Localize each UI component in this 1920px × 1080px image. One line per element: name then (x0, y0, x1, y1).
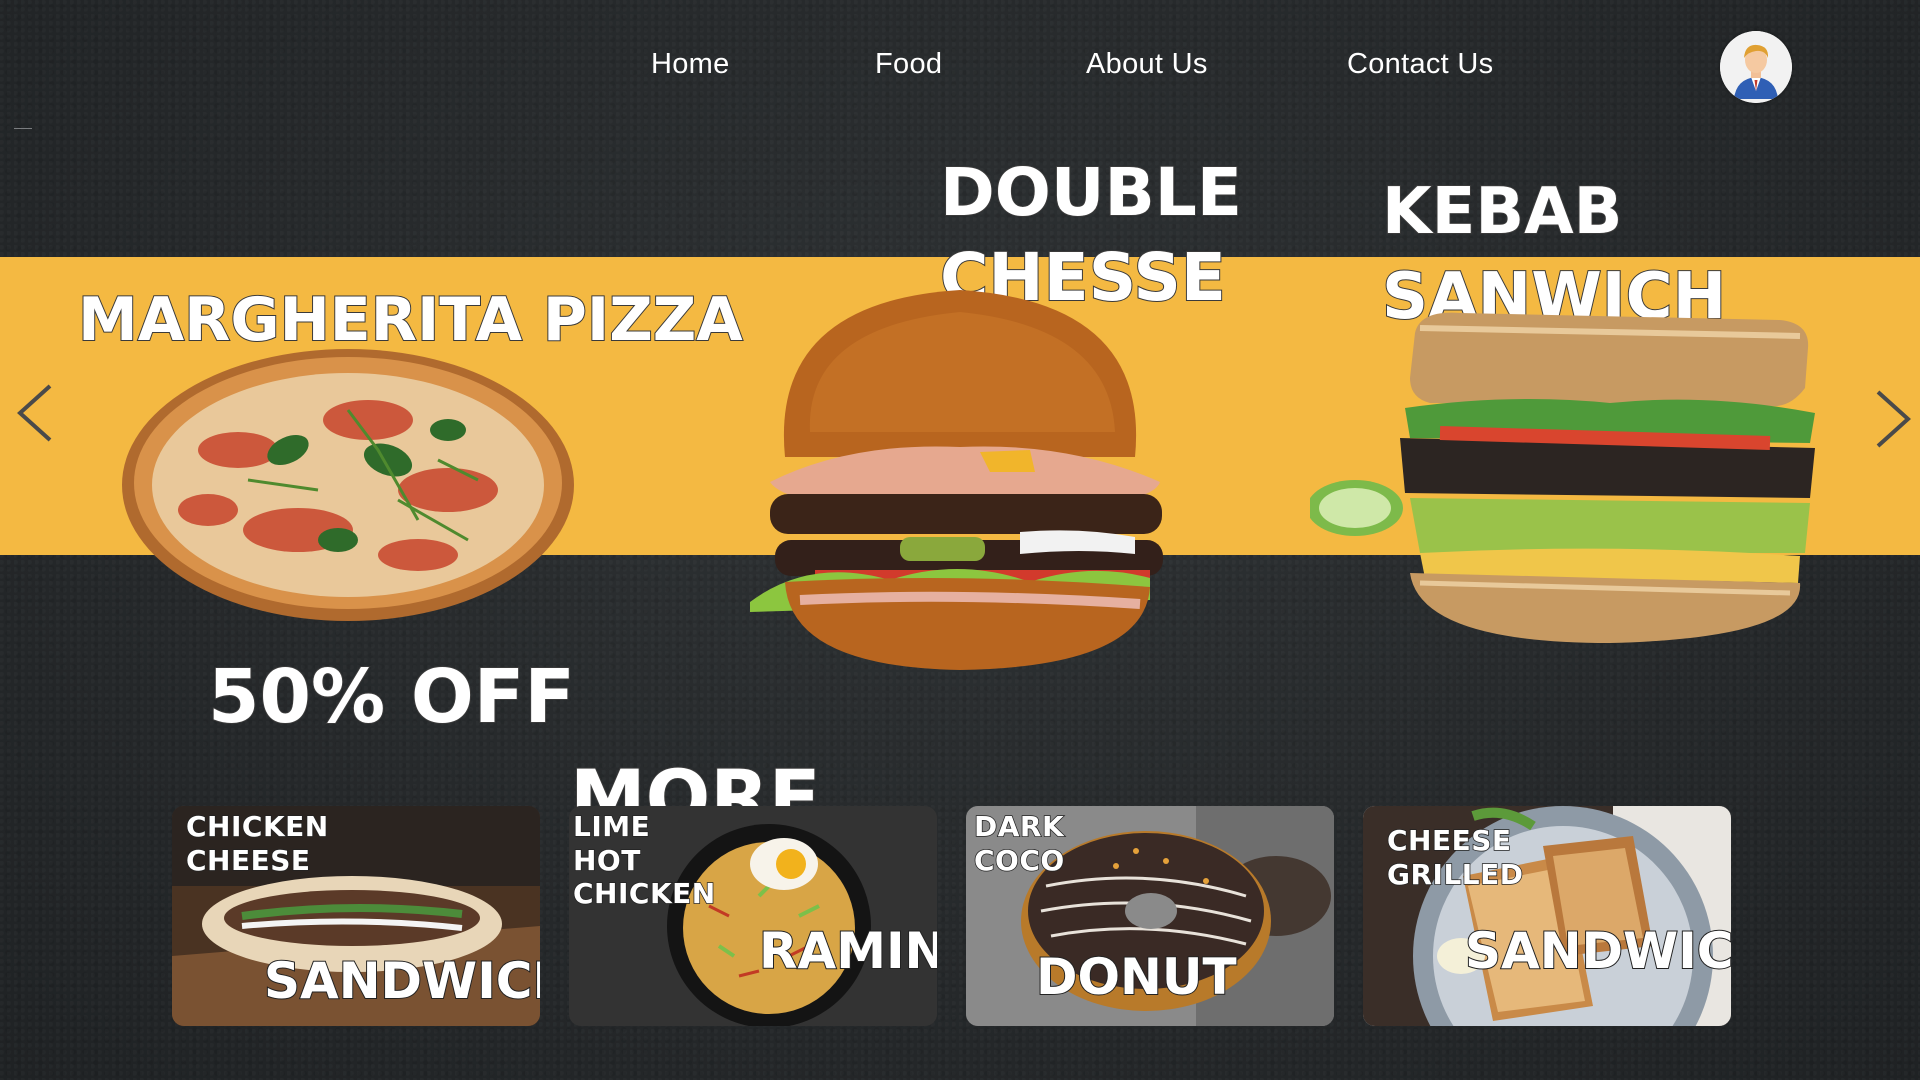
card-1-title: SANDWICH (263, 952, 540, 1010)
card-3-title: DONUT (1035, 948, 1238, 1006)
pizza-title: MARGHERITA PIZZA (77, 285, 744, 355)
discount-label: 50% OFF (207, 654, 576, 740)
card-3-subtitle: DARK COCO (973, 809, 1065, 877)
divider-mark (14, 128, 32, 129)
margherita-pizza-image (122, 349, 574, 621)
card-dark-coco-donut[interactable]: DARK COCO DONUT (966, 806, 1334, 1026)
card-4-title: SANDWICH (1464, 922, 1731, 980)
chevron-right-icon[interactable] (1868, 386, 1916, 452)
card-lime-hot-chicken-ramin[interactable]: LIME HOT CHICKEN RAMIN (569, 806, 937, 1026)
card-1-subtitle: CHICKEN CHEESE (185, 809, 329, 877)
nav-contact-us[interactable]: Contact Us (1347, 48, 1493, 81)
card-chicken-cheese-sandwich[interactable]: CHICKEN CHEESE SANDWICH (172, 806, 540, 1026)
kebab-title-line1: KEBAB (1381, 175, 1623, 249)
nav-home[interactable]: Home (651, 48, 730, 81)
kebab-sandwich-image (1310, 312, 1815, 643)
card-2-subtitle: LIME HOT CHICKEN (572, 809, 716, 911)
double-cheese-burger-image (750, 290, 1163, 670)
nav-about-us[interactable]: About Us (1086, 48, 1208, 81)
card-2-title: RAMIN (758, 922, 937, 980)
chevron-left-icon[interactable] (12, 380, 60, 446)
nav-food[interactable]: Food (875, 48, 942, 81)
burger-title-line1: DOUBLE (939, 154, 1243, 231)
user-avatar-icon[interactable] (1720, 31, 1792, 103)
card-cheese-grilled-sandwich[interactable]: CHEESE GRILLED SANDWICH (1363, 806, 1731, 1026)
card-4-subtitle: CHEESE GRILLED (1386, 823, 1524, 891)
